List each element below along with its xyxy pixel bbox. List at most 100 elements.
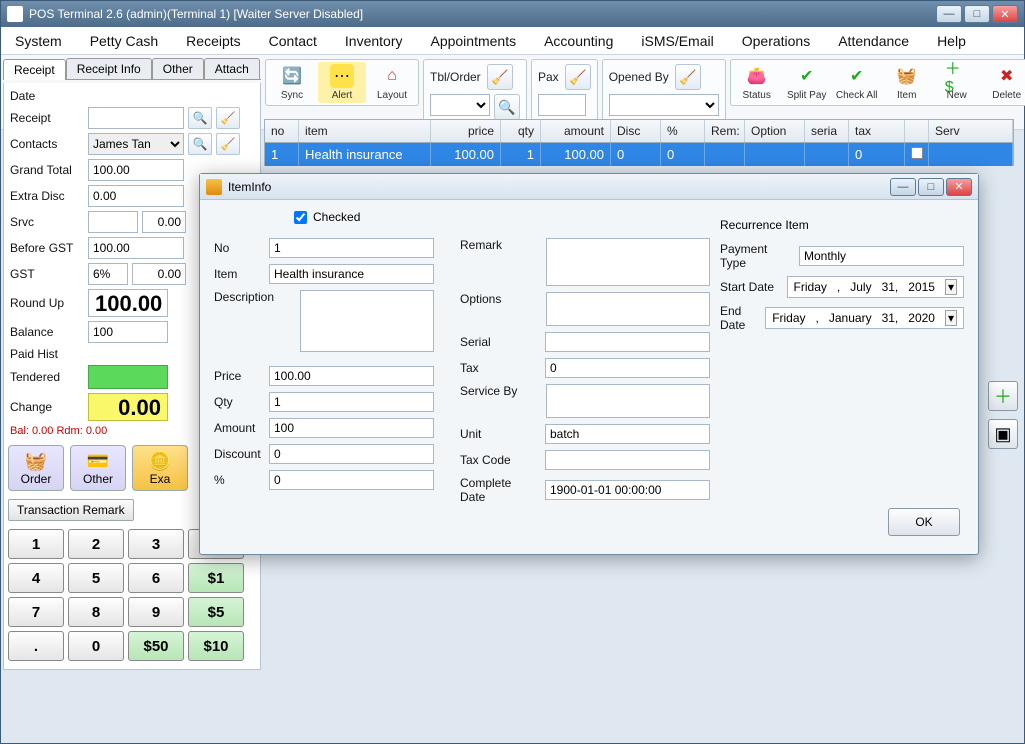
tblorder-search-icon[interactable]: 🔍: [494, 94, 520, 120]
qty-input[interactable]: [269, 392, 434, 412]
key-0[interactable]: 0: [68, 631, 124, 661]
key-dot[interactable]: .: [8, 631, 64, 661]
key-dollar-50[interactable]: $50: [128, 631, 184, 661]
openedby-clear-icon[interactable]: 🧹: [675, 64, 701, 90]
tab-attach[interactable]: Attach: [204, 58, 260, 79]
serviceby-input[interactable]: [546, 384, 710, 418]
alert-button[interactable]: ⋯Alert: [318, 62, 366, 103]
checkall-button[interactable]: ✔Check All: [833, 62, 881, 103]
discount-input[interactable]: [269, 444, 434, 464]
key-dollar-1[interactable]: $1: [188, 563, 244, 593]
grandtotal-input[interactable]: [88, 159, 184, 181]
order-button[interactable]: 🧺Order: [8, 445, 64, 491]
key-dollar-10[interactable]: $10: [188, 631, 244, 661]
col-tax[interactable]: tax: [849, 120, 905, 142]
contacts-search-icon[interactable]: 🔍: [188, 133, 212, 155]
key-5[interactable]: 5: [68, 563, 124, 593]
layout-button[interactable]: ⌂Layout: [368, 62, 416, 103]
key-2[interactable]: 2: [68, 529, 124, 559]
key-4[interactable]: 4: [8, 563, 64, 593]
col-no[interactable]: no: [265, 120, 299, 142]
key-9[interactable]: 9: [128, 597, 184, 627]
tax-input[interactable]: [545, 358, 710, 378]
new-button[interactable]: ＋$New: [933, 62, 981, 103]
menu-operations[interactable]: Operations: [728, 27, 824, 54]
minimize-button[interactable]: —: [936, 5, 962, 23]
key-dollar-5[interactable]: $5: [188, 597, 244, 627]
tblorder-select[interactable]: [430, 94, 490, 116]
ok-button[interactable]: OK: [888, 508, 960, 536]
enddate-picker[interactable]: Friday, January 31, 2020 ▾: [765, 307, 964, 329]
col-rem[interactable]: Rem:: [705, 120, 745, 142]
transaction-remark-button[interactable]: Transaction Remark: [8, 499, 134, 521]
options-input[interactable]: [546, 292, 710, 326]
pax-clear-icon[interactable]: 🧹: [565, 64, 591, 90]
receipt-search-icon[interactable]: 🔍: [188, 107, 212, 129]
pax-input[interactable]: [538, 94, 586, 116]
checked-checkbox[interactable]: [294, 211, 307, 224]
price-input[interactable]: [269, 366, 434, 386]
menu-accounting[interactable]: Accounting: [530, 27, 627, 54]
gutter-box-button[interactable]: ▣: [988, 419, 1018, 449]
col-pct[interactable]: %: [661, 120, 705, 142]
menu-system[interactable]: System: [1, 27, 76, 54]
row-checkbox[interactable]: [911, 147, 923, 159]
amount-input[interactable]: [269, 418, 434, 438]
col-seria[interactable]: seria: [805, 120, 849, 142]
close-button[interactable]: ✕: [992, 5, 1018, 23]
extradisc-input[interactable]: [88, 185, 184, 207]
delete-button[interactable]: ✖Delete: [983, 62, 1025, 103]
menu-isms-email[interactable]: iSMS/Email: [627, 27, 727, 54]
col-serv[interactable]: Serv: [929, 120, 1013, 142]
menu-appointments[interactable]: Appointments: [416, 27, 530, 54]
calendar-icon[interactable]: ▾: [945, 279, 957, 295]
completedate-input[interactable]: [545, 480, 710, 500]
receipt-input[interactable]: [88, 107, 184, 129]
key-1[interactable]: 1: [8, 529, 64, 559]
tab-receipt-info[interactable]: Receipt Info: [66, 58, 152, 79]
gutter-add-button[interactable]: ＋: [988, 381, 1018, 411]
menu-attendance[interactable]: Attendance: [824, 27, 923, 54]
modal-close-button[interactable]: ✕: [946, 178, 972, 196]
contacts-select[interactable]: James Tan: [88, 133, 184, 155]
menu-receipts[interactable]: Receipts: [172, 27, 254, 54]
item-button[interactable]: 🧺Item: [883, 62, 931, 103]
desc-input[interactable]: [300, 290, 434, 352]
status-button[interactable]: 👛Status: [733, 62, 781, 103]
item-input[interactable]: [269, 264, 434, 284]
menu-pettycash[interactable]: Petty Cash: [76, 27, 172, 54]
modal-maximize-button[interactable]: □: [918, 178, 944, 196]
col-item[interactable]: item: [299, 120, 431, 142]
exact-button[interactable]: 🪙Exa: [132, 445, 188, 491]
receipt-clear-icon[interactable]: 🧹: [216, 107, 240, 129]
col-disc[interactable]: Disc: [611, 120, 661, 142]
srvc-input[interactable]: [88, 211, 138, 233]
col-check[interactable]: [905, 120, 929, 142]
col-amount[interactable]: amount: [541, 120, 611, 142]
table-row[interactable]: 1 Health insurance 100.00 1 100.00 0 0 0: [264, 143, 1014, 166]
calendar-icon[interactable]: ▾: [945, 310, 957, 326]
contacts-clear-icon[interactable]: 🧹: [216, 133, 240, 155]
remark-input[interactable]: [546, 238, 710, 286]
splitpay-button[interactable]: ✔Split Pay: [783, 62, 831, 103]
col-qty[interactable]: qty: [501, 120, 541, 142]
startdate-picker[interactable]: Friday, July 31, 2015 ▾: [787, 276, 964, 298]
tab-receipt[interactable]: Receipt: [3, 59, 66, 80]
tblorder-clear-icon[interactable]: 🧹: [487, 64, 513, 90]
key-8[interactable]: 8: [68, 597, 124, 627]
serial-input[interactable]: [545, 332, 710, 352]
paytype-input[interactable]: [799, 246, 964, 266]
beforegst-input[interactable]: [88, 237, 184, 259]
tab-other[interactable]: Other: [152, 58, 204, 79]
col-option[interactable]: Option: [745, 120, 805, 142]
col-price[interactable]: price: [431, 120, 501, 142]
key-7[interactable]: 7: [8, 597, 64, 627]
unit-input[interactable]: [545, 424, 710, 444]
menu-help[interactable]: Help: [923, 27, 980, 54]
menu-inventory[interactable]: Inventory: [331, 27, 417, 54]
menu-contact[interactable]: Contact: [255, 27, 331, 54]
sync-button[interactable]: 🔄Sync: [268, 62, 316, 103]
openedby-select[interactable]: [609, 94, 719, 116]
modal-minimize-button[interactable]: —: [890, 178, 916, 196]
other-button[interactable]: 💳Other: [70, 445, 126, 491]
